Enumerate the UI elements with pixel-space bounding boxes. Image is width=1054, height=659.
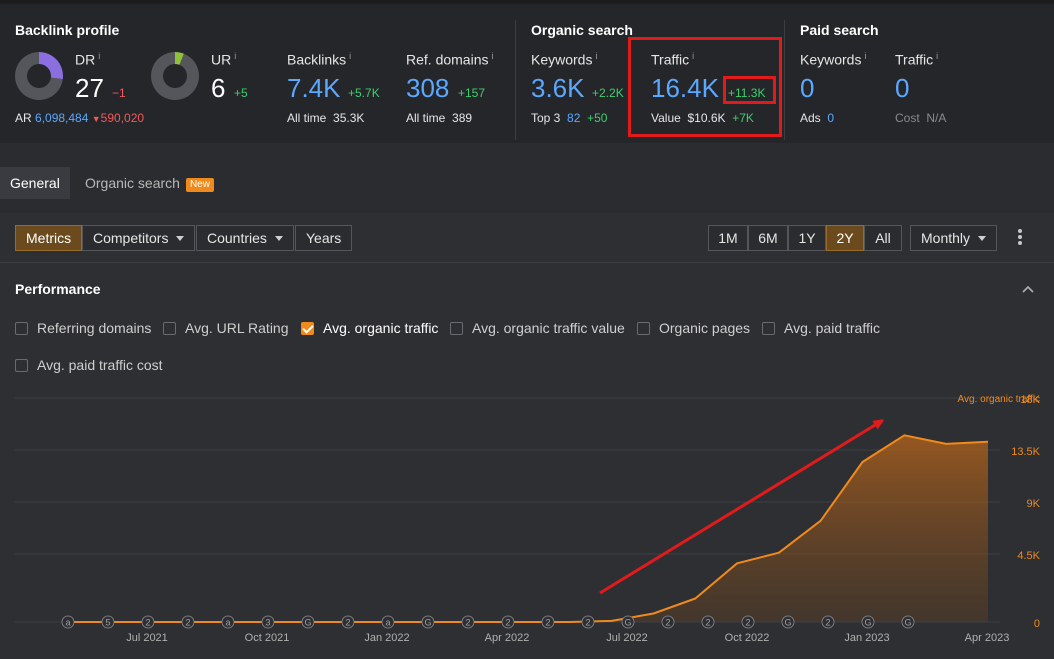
backlinks-all-time: All time 35.3K: [287, 111, 365, 125]
competitors-dropdown[interactable]: Competitors: [82, 225, 196, 251]
checkbox-avg-paid-traffic-cost[interactable]: Avg. paid traffic cost: [15, 357, 163, 373]
metrics-button[interactable]: Metrics: [15, 225, 83, 251]
organic-keywords-label[interactable]: Keywords i: [531, 51, 597, 68]
years-button[interactable]: Years: [295, 225, 353, 251]
info-icon[interactable]: i: [936, 51, 938, 61]
chevron-down-icon: [176, 236, 185, 241]
ur-label[interactable]: UR i: [211, 51, 236, 68]
paid-ads-row: Ads 0: [800, 111, 835, 125]
ar-delta: ▼590,020: [91, 111, 145, 125]
organic-keywords-delta: +2.2K: [592, 86, 624, 100]
dr-donut-icon: [15, 52, 63, 100]
chevron-up-icon[interactable]: [1022, 283, 1034, 295]
countries-dropdown[interactable]: Countries: [196, 225, 294, 251]
section-divider: [784, 20, 785, 140]
arrow-down-icon: ▼: [91, 114, 101, 124]
checkbox-organic-pages[interactable]: Organic pages: [637, 320, 750, 336]
ref-domains-all-time: All time 389: [406, 111, 473, 125]
checkbox-box[interactable]: [15, 359, 28, 372]
dr-value[interactable]: 27: [75, 73, 104, 104]
checkbox-box-checked[interactable]: [301, 322, 314, 335]
overview-panel: [0, 213, 1054, 659]
chevron-down-icon: [978, 236, 987, 241]
paid-keywords-label[interactable]: Keywords i: [800, 51, 866, 68]
tab-general[interactable]: General: [0, 167, 70, 199]
backlinks-label[interactable]: Backlinks i: [287, 51, 351, 68]
range-1y-button[interactable]: 1Y: [788, 225, 826, 251]
ref-domains-delta: +157: [458, 86, 486, 100]
chevron-down-icon: [274, 236, 283, 241]
ar-value[interactable]: 6,098,484: [35, 111, 88, 125]
info-icon[interactable]: i: [234, 51, 236, 61]
report-tabs: General Organic search New: [0, 160, 1054, 210]
checkbox-box[interactable]: [637, 322, 650, 335]
range-all-button[interactable]: All: [864, 225, 902, 251]
paid-search-title: Paid search: [800, 22, 879, 38]
traffic-delta-highlight-box: [723, 76, 776, 104]
organic-top3: Top 3 82 +50: [531, 111, 608, 125]
info-icon[interactable]: i: [98, 51, 100, 61]
info-icon[interactable]: i: [864, 51, 866, 61]
checkbox-avg-organic-traffic[interactable]: Avg. organic traffic: [301, 320, 438, 336]
dr-label[interactable]: DR i: [75, 51, 100, 68]
checkbox-box[interactable]: [15, 322, 28, 335]
section-divider: [515, 20, 516, 140]
header-edge: [0, 0, 1054, 4]
range-6m-button[interactable]: 6M: [748, 225, 788, 251]
backlinks-delta: +5.7K: [348, 86, 380, 100]
ref-domains-value[interactable]: 308: [406, 73, 449, 104]
more-options-icon[interactable]: [1018, 229, 1024, 247]
checkbox-box[interactable]: [762, 322, 775, 335]
ur-delta: +5: [234, 86, 248, 100]
metrics-header: Backlink profile DR i 27 −1 UR i 6 +5 AR 6…: [0, 0, 1054, 143]
organic-keywords-value[interactable]: 3.6K: [531, 73, 585, 104]
checkbox-avg-organic-traffic-value[interactable]: Avg. organic traffic value: [450, 320, 625, 336]
ur-value[interactable]: 6: [211, 73, 225, 104]
checkbox-box[interactable]: [450, 322, 463, 335]
info-icon[interactable]: i: [595, 51, 597, 61]
range-1m-button[interactable]: 1M: [708, 225, 748, 251]
organic-search-title: Organic search: [531, 22, 633, 38]
paid-keywords-value[interactable]: 0: [800, 73, 814, 104]
backlinks-value[interactable]: 7.4K: [287, 73, 341, 104]
performance-title: Performance: [15, 281, 101, 297]
ar-row: AR 6,098,484 ▼590,020: [15, 111, 144, 125]
tab-organic-search[interactable]: Organic search New: [75, 167, 224, 199]
chart-controls: Metrics Competitors Countries Years 1M 6…: [0, 213, 1054, 263]
dr-delta: −1: [112, 86, 126, 100]
granularity-dropdown[interactable]: Monthly: [910, 225, 998, 251]
checkbox-referring-domains[interactable]: Referring domains: [15, 320, 151, 336]
paid-cost-row: Cost N/A: [895, 111, 947, 125]
info-icon[interactable]: i: [349, 51, 351, 61]
backlink-profile-title: Backlink profile: [15, 22, 120, 38]
ar-label: AR: [15, 111, 32, 125]
checkbox-avg-url-rating[interactable]: Avg. URL Rating: [163, 320, 289, 336]
range-2y-button[interactable]: 2Y: [826, 225, 864, 251]
paid-traffic-value[interactable]: 0: [895, 73, 909, 104]
info-icon[interactable]: i: [491, 51, 493, 61]
checkbox-avg-paid-traffic[interactable]: Avg. paid traffic: [762, 320, 880, 336]
ur-donut-icon: [151, 52, 199, 100]
paid-traffic-label[interactable]: Traffic i: [895, 51, 938, 68]
ref-domains-label[interactable]: Ref. domains i: [406, 51, 493, 68]
new-badge: New: [185, 178, 214, 192]
checkbox-box[interactable]: [163, 322, 176, 335]
